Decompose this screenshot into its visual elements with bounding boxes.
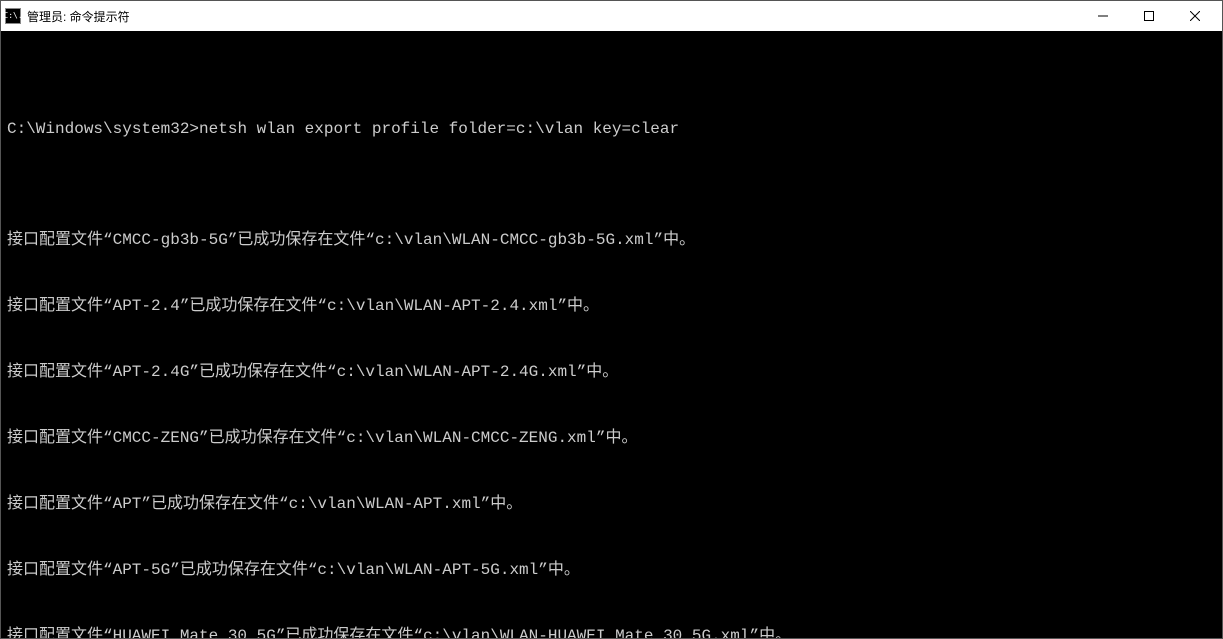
entered-command: netsh wlan export profile folder=c:\vlan… [199,121,679,137]
cmd-window: C:\. 管理员: 命令提示符 C:\Windows\system32>nets… [0,0,1223,639]
output-line: 接口配置文件“CMCC-gb3b-5G”已成功保存在文件“c:\vlan\WLA… [7,223,1216,257]
terminal-area[interactable]: C:\Windows\system32>netsh wlan export pr… [1,31,1222,638]
command-line: C:\Windows\system32>netsh wlan export pr… [7,119,1216,139]
window-controls [1080,1,1218,31]
output-line: 接口配置文件“CMCC-ZENG”已成功保存在文件“c:\vlan\WLAN-C… [7,421,1216,455]
maximize-icon [1144,11,1154,21]
minimize-button[interactable] [1080,1,1126,31]
maximize-button[interactable] [1126,1,1172,31]
close-icon [1190,11,1200,21]
minimize-icon [1098,11,1108,21]
cmd-icon: C:\. [5,8,21,24]
output-line: 接口配置文件“HUAWEI Mate 30 5G”已成功保存在文件“c:\vla… [7,619,1216,638]
prompt-path: C:\Windows\system32> [7,121,199,137]
cmd-icon-glyph: C:\. [3,12,22,20]
output-line: 接口配置文件“APT-5G”已成功保存在文件“c:\vlan\WLAN-APT-… [7,553,1216,587]
output-line: 接口配置文件“APT-2.4G”已成功保存在文件“c:\vlan\WLAN-AP… [7,355,1216,389]
output-line: 接口配置文件“APT”已成功保存在文件“c:\vlan\WLAN-APT.xml… [7,487,1216,521]
window-title: 管理员: 命令提示符 [27,8,130,25]
close-button[interactable] [1172,1,1218,31]
output-line: 接口配置文件“APT-2.4”已成功保存在文件“c:\vlan\WLAN-APT… [7,289,1216,323]
blank-line [7,67,1216,87]
blank-line [7,171,1216,191]
titlebar[interactable]: C:\. 管理员: 命令提示符 [1,1,1222,31]
